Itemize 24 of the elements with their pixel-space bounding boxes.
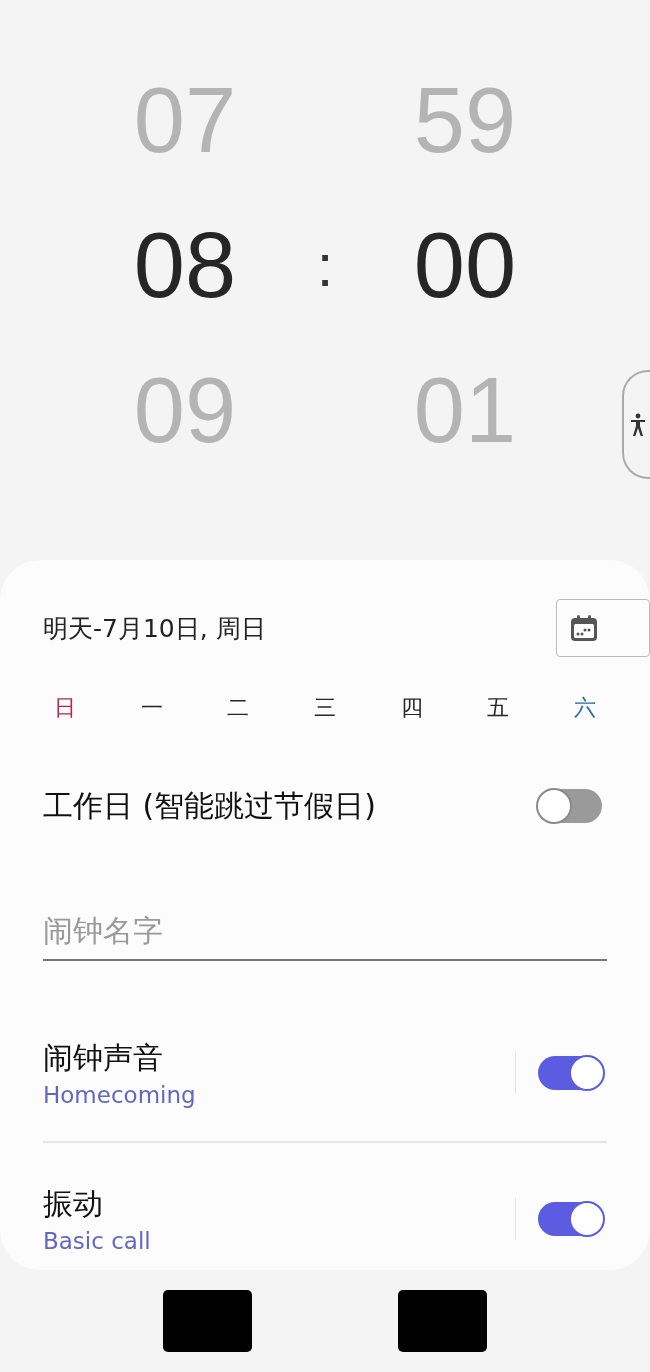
setting-title: 闹钟声音: [43, 1039, 164, 1077]
weekday-button[interactable]: 六: [550, 680, 619, 736]
minute-number[interactable]: 00: [413, 193, 517, 338]
person-icon: [630, 412, 646, 437]
hour-number[interactable]: 08: [133, 193, 237, 338]
weekday-button[interactable]: 五: [464, 680, 533, 736]
date-text: 明天-7月10日, 周日: [43, 612, 266, 645]
weekday-button[interactable]: 一: [117, 680, 186, 736]
accessibility-button[interactable]: [622, 370, 650, 479]
alarm-name-field[interactable]: 闹钟名字: [43, 901, 607, 961]
weekday-button[interactable]: 二: [204, 680, 273, 736]
setting-value[interactable]: Basic call: [43, 1228, 515, 1254]
setting-value[interactable]: Homecoming: [43, 1082, 515, 1108]
setting-title: 振动: [43, 1185, 104, 1223]
toggle-switch[interactable]: [538, 789, 602, 823]
calendar-button[interactable]: [556, 599, 650, 657]
weekday-button[interactable]: 四: [377, 680, 446, 736]
workday-label: 工作日 (智能跳过节假日): [43, 786, 376, 825]
weekday-button[interactable]: 日: [31, 680, 99, 736]
weekday-button[interactable]: 三: [290, 680, 359, 736]
calendar-icon: [569, 613, 599, 643]
time-separator: :: [316, 231, 334, 300]
toggle-switch[interactable]: [538, 1202, 602, 1236]
toggle-switch[interactable]: [538, 1056, 602, 1090]
